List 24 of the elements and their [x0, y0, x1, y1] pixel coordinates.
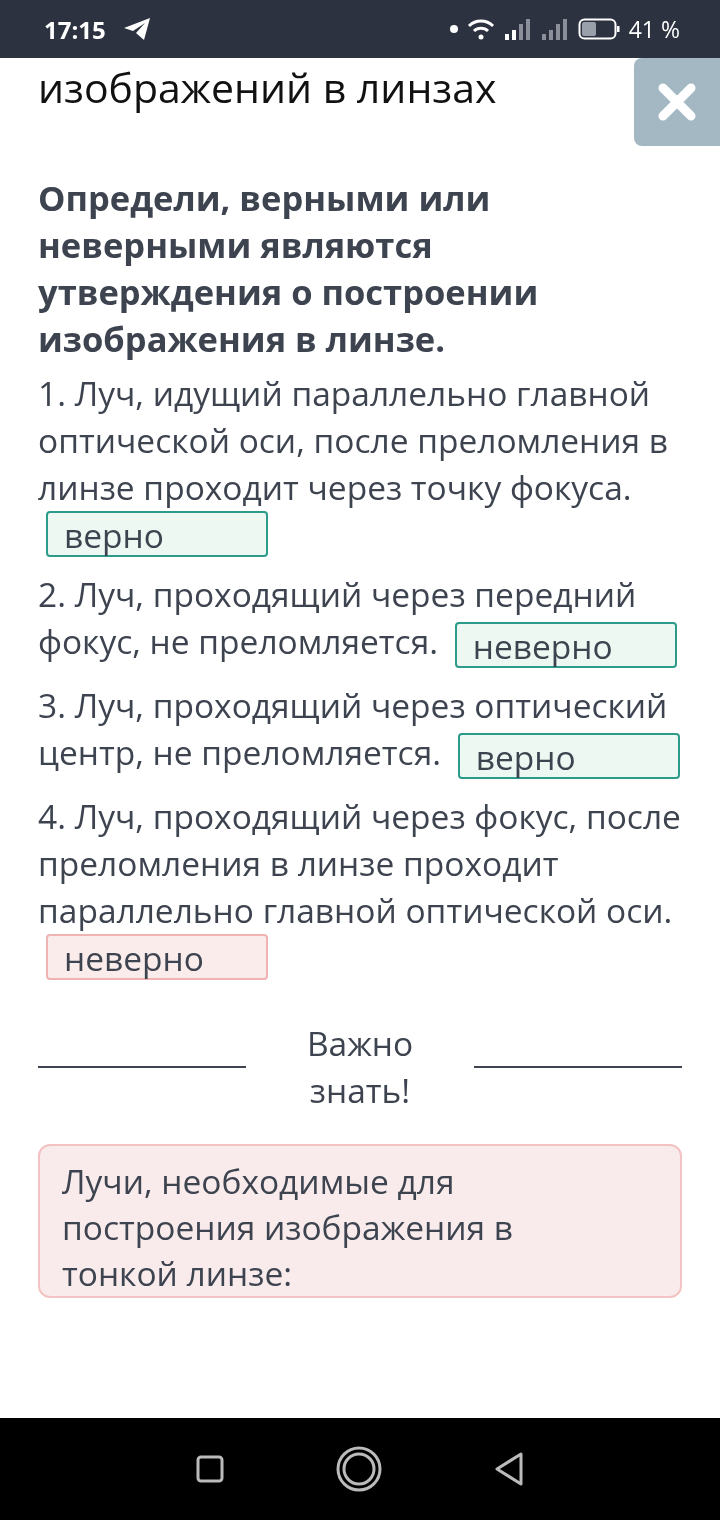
page-title: изображений в линзах — [37, 58, 497, 112]
paper-plane-icon — [122, 17, 151, 41]
statement: 3. Луч, проходящий через оптический центр, не преломляется. верно — [38, 682, 682, 780]
close-icon — [657, 82, 697, 122]
answer-field[interactable]: верно — [457, 733, 680, 780]
answer-field[interactable]: неверно — [46, 934, 268, 981]
answer-field[interactable]: верно — [46, 511, 268, 557]
battery-icon — [577, 18, 620, 40]
section-heading: Важно знать! — [305, 1020, 415, 1115]
recent-apps-icon[interactable] — [196, 1455, 224, 1483]
wifi-icon — [466, 18, 495, 40]
info-text: Лучи, необходимые для построения изображения в тонкой линзе: — [62, 1158, 515, 1297]
answer-field[interactable]: неверно — [454, 622, 677, 669]
statement: 4. Луч, проходящий через фокус, после преломления в линзе проходит параллельно главной оптической оси. неверно — [38, 793, 682, 981]
back-icon[interactable] — [494, 1452, 524, 1486]
battery-level: 41 % — [628, 13, 680, 45]
signal-icon — [503, 18, 532, 40]
statement: 1. Луч, идущий параллельно главной оптической оси, после преломления в линзе проходит через точку фокуса. верно — [38, 370, 670, 557]
home-icon[interactable] — [336, 1446, 382, 1492]
signal-icon — [540, 18, 569, 40]
statement: 2. Луч, проходящий через передний фокус, не преломляется. неверно — [38, 571, 682, 669]
question-text: Определи, верными или неверными являются утверждения о построении изображения в линзе. — [38, 174, 540, 362]
clock: 17:15 — [44, 12, 106, 46]
dot-icon — [449, 25, 458, 33]
